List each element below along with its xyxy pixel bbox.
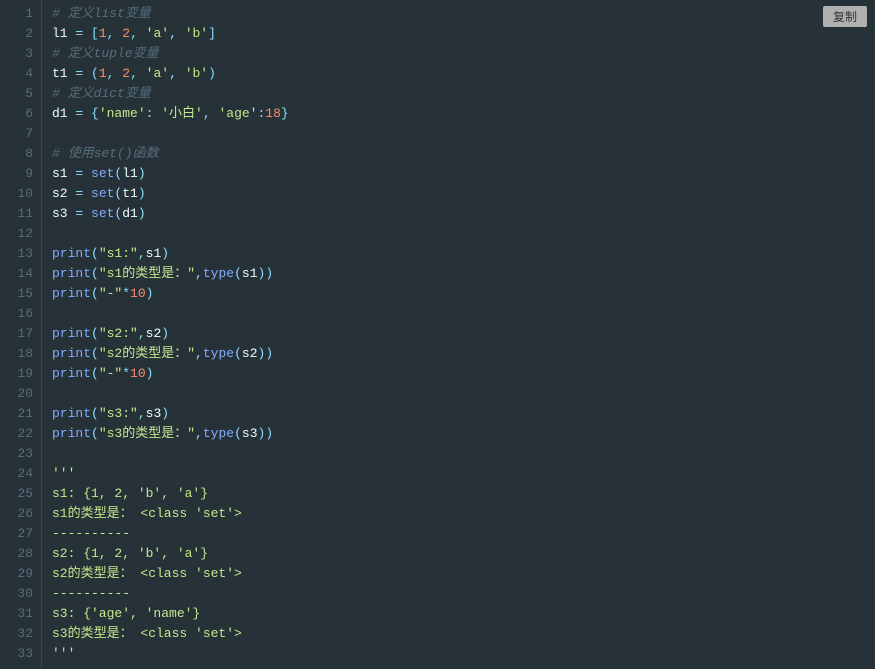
line-number: 4 — [12, 64, 33, 84]
code-line: # 使用set()函数 — [52, 144, 875, 164]
code-line: d1 = {'name': '小白', 'age':18} — [52, 104, 875, 124]
code-line: print("s1:",s1) — [52, 244, 875, 264]
code-line — [52, 304, 875, 324]
line-number: 29 — [12, 564, 33, 584]
code-line: print("-"*10) — [52, 284, 875, 304]
line-number: 9 — [12, 164, 33, 184]
code-line: s3 = set(d1) — [52, 204, 875, 224]
line-number: 17 — [12, 324, 33, 344]
code-line: s1的类型是： <class 'set'> — [52, 504, 875, 524]
code-editor: 1234567891011121314151617181920212223242… — [0, 0, 875, 669]
line-number: 11 — [12, 204, 33, 224]
line-number: 28 — [12, 544, 33, 564]
line-number: 16 — [12, 304, 33, 324]
code-line: s3的类型是： <class 'set'> — [52, 624, 875, 644]
code-line: s3: {'age', 'name'} — [52, 604, 875, 624]
line-number: 23 — [12, 444, 33, 464]
code-line: ---------- — [52, 524, 875, 544]
line-number: 27 — [12, 524, 33, 544]
code-line: ---------- — [52, 584, 875, 604]
line-number: 31 — [12, 604, 33, 624]
code-line: s1 = set(l1) — [52, 164, 875, 184]
line-number: 6 — [12, 104, 33, 124]
line-number: 5 — [12, 84, 33, 104]
code-line: # 定义dict变量 — [52, 84, 875, 104]
line-number: 12 — [12, 224, 33, 244]
line-number: 20 — [12, 384, 33, 404]
code-line: print("-"*10) — [52, 364, 875, 384]
line-number: 18 — [12, 344, 33, 364]
code-line — [52, 384, 875, 404]
code-line: # 定义tuple变量 — [52, 44, 875, 64]
line-number: 13 — [12, 244, 33, 264]
code-line: # 定义list变量 — [52, 4, 875, 24]
code-line: print("s2的类型是：",type(s2)) — [52, 344, 875, 364]
line-number: 30 — [12, 584, 33, 604]
line-number: 2 — [12, 24, 33, 44]
line-number-gutter: 1234567891011121314151617181920212223242… — [0, 0, 42, 669]
line-number: 25 — [12, 484, 33, 504]
line-number: 26 — [12, 504, 33, 524]
line-number: 15 — [12, 284, 33, 304]
code-line — [52, 444, 875, 464]
line-number: 19 — [12, 364, 33, 384]
code-line: s2: {1, 2, 'b', 'a'} — [52, 544, 875, 564]
code-line: print("s3的类型是：",type(s3)) — [52, 424, 875, 444]
code-line — [52, 124, 875, 144]
line-number: 3 — [12, 44, 33, 64]
code-line: s2的类型是： <class 'set'> — [52, 564, 875, 584]
code-line: ''' — [52, 464, 875, 484]
code-line: s1: {1, 2, 'b', 'a'} — [52, 484, 875, 504]
copy-button[interactable]: 复制 — [823, 6, 867, 27]
line-number: 21 — [12, 404, 33, 424]
code-line: print("s2:",s2) — [52, 324, 875, 344]
line-number: 1 — [12, 4, 33, 24]
code-line — [52, 224, 875, 244]
code-line: ''' — [52, 644, 875, 664]
line-number: 10 — [12, 184, 33, 204]
code-line: t1 = (1, 2, 'a', 'b') — [52, 64, 875, 84]
line-number: 8 — [12, 144, 33, 164]
line-number: 24 — [12, 464, 33, 484]
code-line: s2 = set(t1) — [52, 184, 875, 204]
line-number: 14 — [12, 264, 33, 284]
line-number: 33 — [12, 644, 33, 664]
line-number: 7 — [12, 124, 33, 144]
code-line: l1 = [1, 2, 'a', 'b'] — [52, 24, 875, 44]
line-number: 22 — [12, 424, 33, 444]
code-line: print("s1的类型是：",type(s1)) — [52, 264, 875, 284]
code-area[interactable]: # 定义list变量 l1 = [1, 2, 'a', 'b'] # 定义tup… — [42, 0, 875, 669]
code-line: print("s3:",s3) — [52, 404, 875, 424]
line-number: 32 — [12, 624, 33, 644]
